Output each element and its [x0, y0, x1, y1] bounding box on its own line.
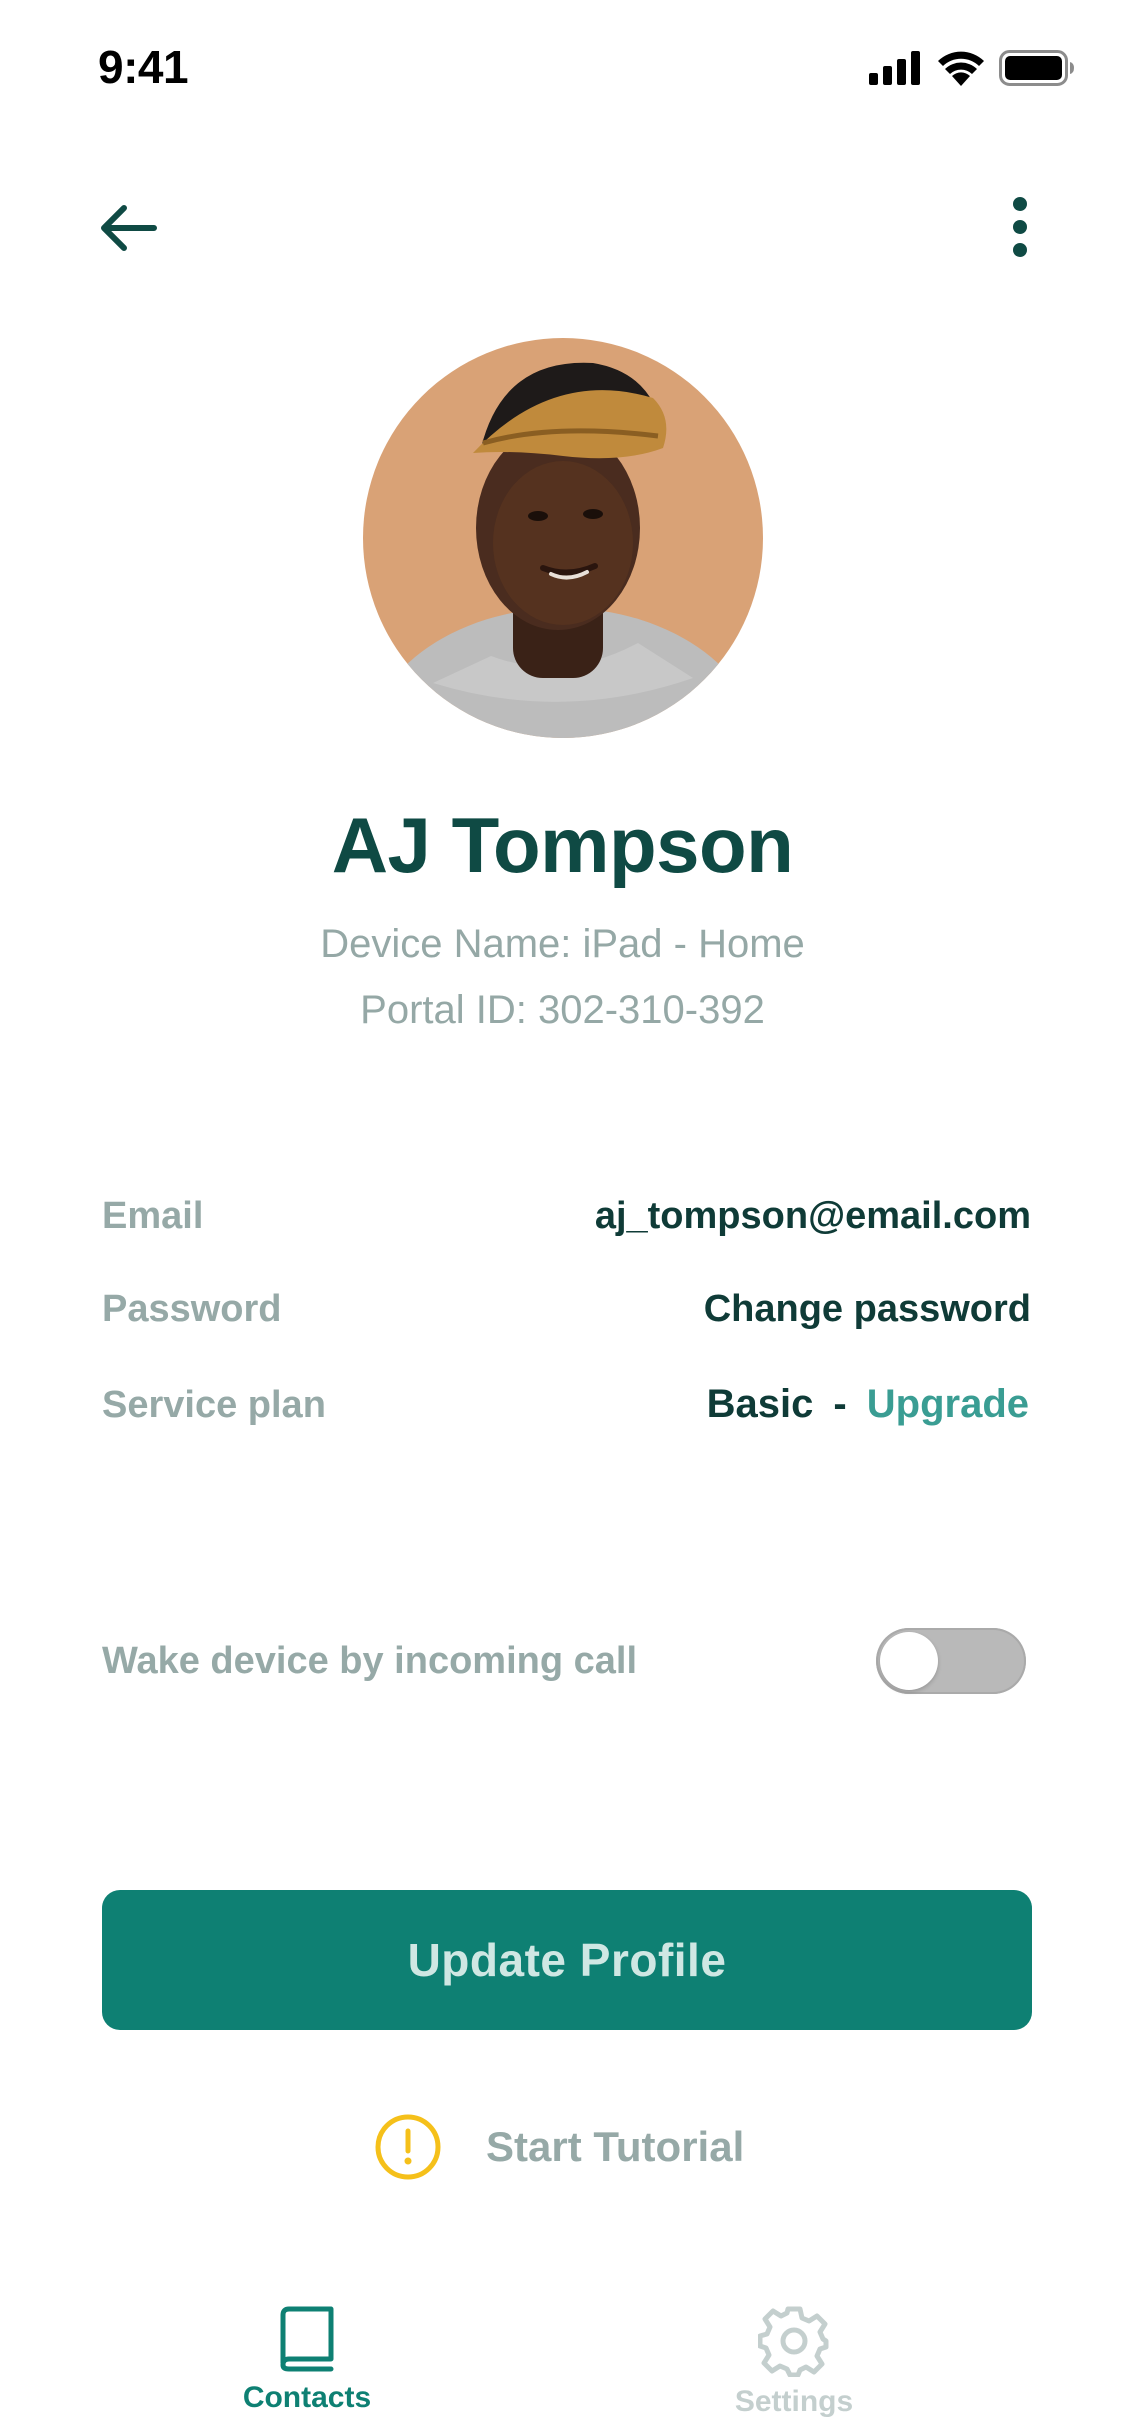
email-value: aj_tompson@email.com — [594, 1195, 1031, 1237]
back-button[interactable] — [96, 200, 160, 256]
upgrade-link[interactable]: Upgrade — [867, 1382, 1029, 1427]
portal-id: Portal ID: 302-310-392 — [360, 988, 765, 1032]
tab-contacts[interactable]: Contacts — [207, 2305, 407, 2415]
wake-device-label: Wake device by incoming call — [102, 1640, 638, 1682]
change-password-link[interactable]: Change password — [704, 1288, 1031, 1331]
gear-icon — [758, 2306, 829, 2377]
tab-settings[interactable]: Settings — [694, 2305, 894, 2419]
more-options-button[interactable] — [1000, 196, 1040, 258]
avatar-image — [363, 338, 763, 738]
tab-contacts-label: Contacts — [242, 2381, 372, 2414]
book-icon — [280, 2306, 334, 2372]
update-profile-button[interactable]: Update Profile — [102, 1890, 1032, 2030]
password-label: Password — [102, 1288, 282, 1330]
more-vertical-icon — [1013, 197, 1027, 257]
wifi-icon — [938, 51, 984, 86]
device-name: Device Name: iPad - Home — [320, 922, 805, 966]
status-time: 9:41 — [98, 41, 189, 93]
battery-icon — [999, 50, 1074, 86]
tab-settings-label: Settings — [734, 2385, 854, 2418]
toggle-knob — [880, 1632, 938, 1690]
service-plan-label: Service plan — [102, 1384, 326, 1426]
arrow-left-icon — [101, 205, 157, 251]
alert-circle-icon — [375, 2114, 441, 2180]
wake-device-toggle[interactable] — [876, 1628, 1026, 1694]
cellular-signal-icon — [869, 51, 920, 85]
start-tutorial-button[interactable]: Start Tutorial — [374, 2112, 744, 2182]
status-icons — [869, 50, 1075, 86]
profile-name: AJ Tompson — [331, 801, 794, 889]
plan-separator: - — [833, 1382, 847, 1426]
avatar — [363, 338, 763, 738]
plan-name: Basic — [706, 1382, 814, 1426]
start-tutorial-label: Start Tutorial — [486, 2123, 745, 2170]
service-plan-value: Basic - Upgrade — [707, 1382, 1029, 1427]
email-label: Email — [102, 1195, 204, 1237]
